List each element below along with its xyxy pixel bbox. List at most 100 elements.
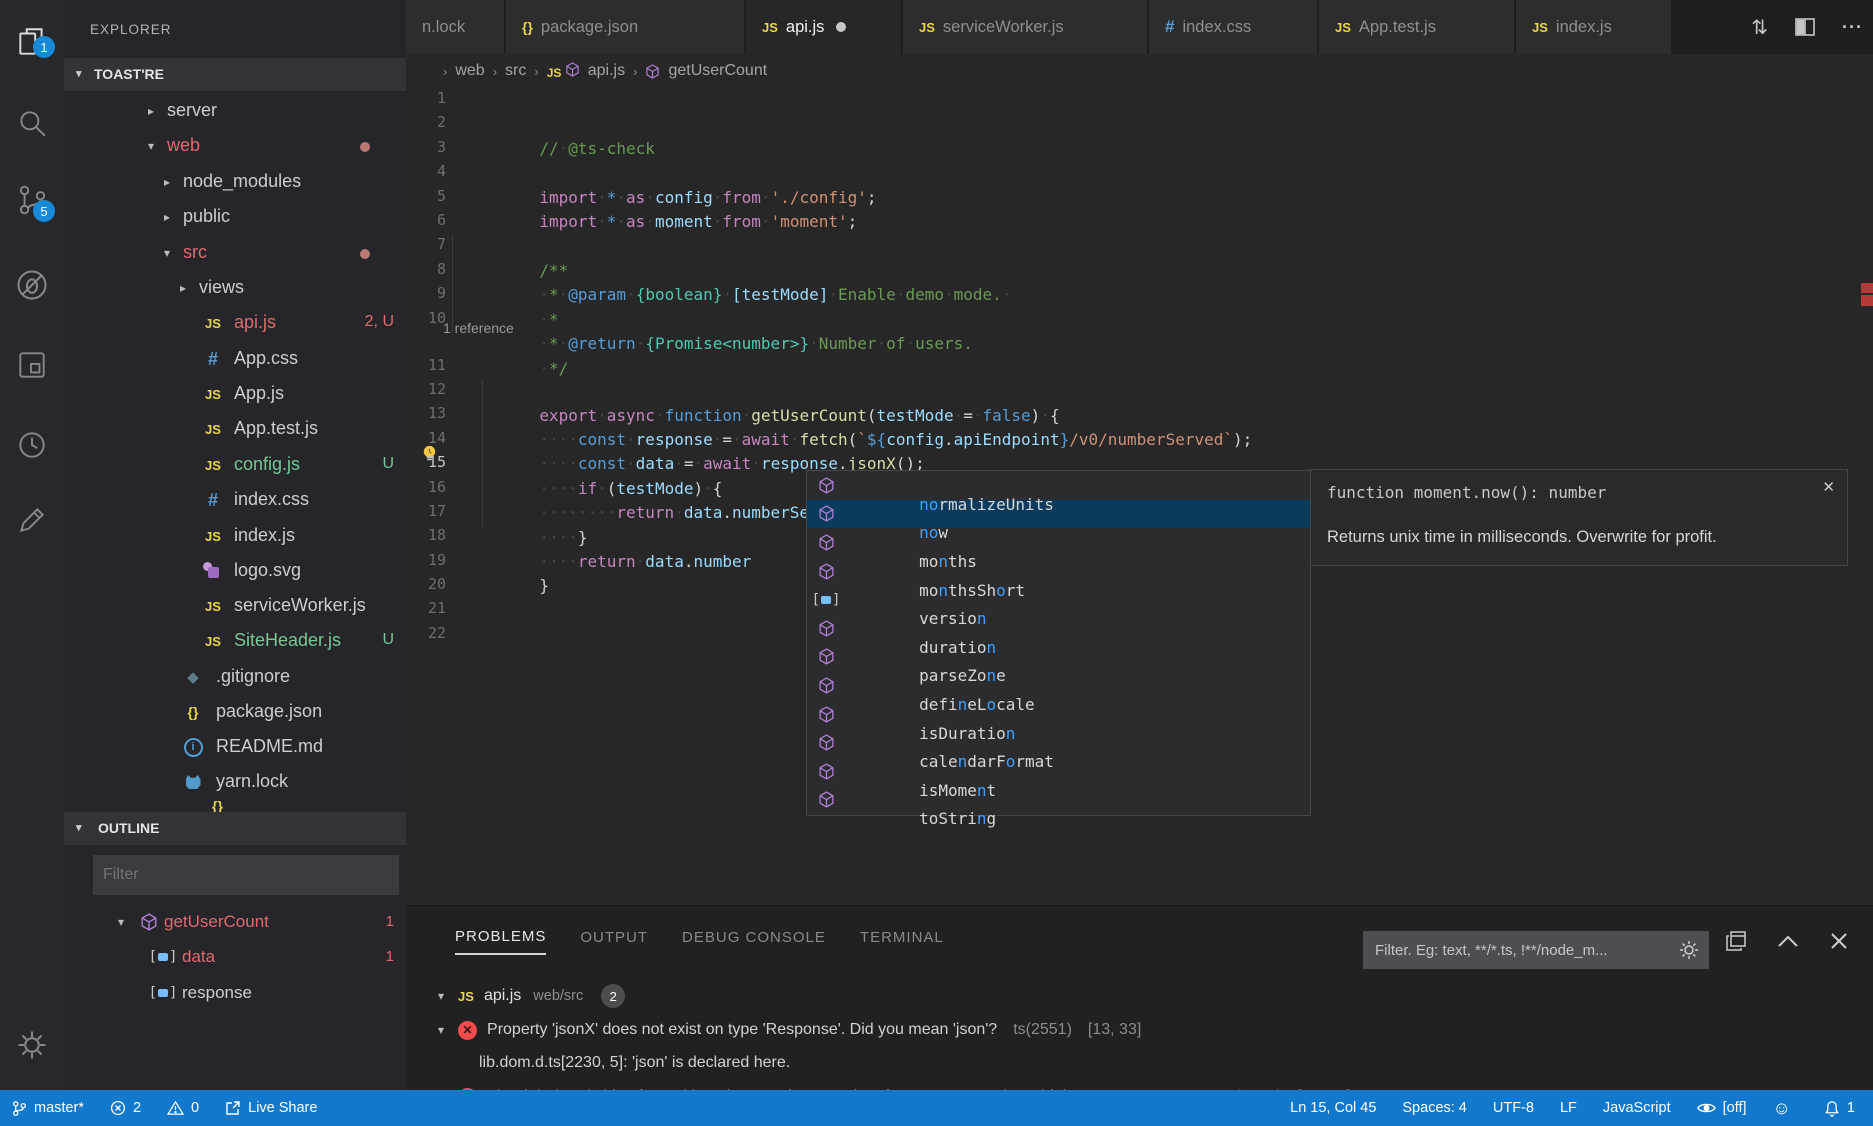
editor-tab[interactable]: api.js: [746, 0, 902, 54]
tree-row[interactable]: api.js 2, U: [64, 306, 406, 341]
problems-filter-input[interactable]: [1363, 931, 1709, 969]
status-item[interactable]: ☺ 1: [1824, 1100, 1855, 1117]
breadcrumb-item[interactable]: › src: [493, 62, 527, 80]
debug-disabled-icon[interactable]: [0, 253, 64, 317]
outline-row[interactable]: [] response: [64, 976, 406, 1011]
panel-tab[interactable]: DEBUG CONSOLE: [682, 929, 826, 954]
status-item[interactable]: Live Share: [225, 1100, 317, 1116]
breadcrumb-item[interactable]: › web: [443, 62, 485, 80]
file-name: README.md: [216, 736, 323, 757]
file-type-icon: [200, 630, 226, 652]
breadcrumb-label: getUserCount: [668, 62, 767, 80]
extensions-icon[interactable]: [0, 333, 64, 397]
editor-tab[interactable]: package.json: [506, 0, 745, 54]
tree-row[interactable]: ▾ src: [64, 236, 406, 271]
status-item[interactable]: 0: [167, 1100, 199, 1116]
signature-text: function moment.now(): number: [1327, 483, 1606, 502]
file-name: serviceWorker.js: [234, 595, 366, 616]
project-section-header[interactable]: ▾ TOAST'RE: [64, 58, 406, 91]
outline-section-header[interactable]: ▾ OUTLINE: [64, 812, 406, 845]
twisty-icon: ▾: [438, 1023, 444, 1037]
editor-tab[interactable]: App.test.js: [1319, 0, 1515, 54]
file-name: logo.svg: [234, 560, 301, 581]
tree-row[interactable]: index.js: [64, 519, 406, 554]
status-item[interactable]: ☺ JavaScript: [1603, 1100, 1671, 1116]
problem-row[interactable]: ▾ ✕ The right-hand side of an arithmetic…: [406, 1080, 1873, 1090]
tree-row[interactable]: App.css: [64, 342, 406, 377]
search-icon[interactable]: [0, 92, 64, 156]
tree-row[interactable]: config.js U: [64, 448, 406, 483]
close-icon[interactable]: ✕: [1822, 478, 1835, 496]
tree-row[interactable]: .gitignore: [64, 660, 406, 695]
tree-row[interactable]: SiteHeader.js U: [64, 624, 406, 659]
problems-file-row[interactable]: ▾ JS api.js web/src 2: [406, 979, 1873, 1013]
file-name: src: [183, 242, 207, 263]
tree-row[interactable]: serviceWorker.js: [64, 589, 406, 624]
suggest-docs-popup: function moment.now(): number Returns un…: [1310, 469, 1848, 566]
file-name: public: [183, 206, 230, 227]
close-panel-icon[interactable]: [1829, 931, 1849, 951]
tree-row[interactable]: index.css: [64, 483, 406, 518]
problem-row[interactable]: ▾ ✕ Property 'jsonX' does not exist on t…: [406, 1013, 1873, 1047]
tree-row[interactable]: App.js: [64, 377, 406, 412]
problem-row[interactable]: ✕ lib.dom.d.ts[2230, 5]: 'json' is decla…: [406, 1046, 1873, 1080]
tree-row[interactable]: ▸ server: [64, 94, 406, 129]
symbol-name: data: [182, 947, 215, 967]
tree-row[interactable]: ▸ views: [64, 271, 406, 306]
edit-icon[interactable]: [0, 488, 64, 552]
status-item[interactable]: ☺ LF: [1560, 1100, 1577, 1116]
tab-file-icon: [1532, 20, 1548, 35]
panel-tab[interactable]: PROBLEMS 2: [455, 928, 546, 955]
toggle-changes-icon[interactable]: ⇅: [1751, 15, 1768, 40]
code-line: 14 ····if·(testMode)·{: [406, 429, 1873, 453]
file-name: package.json: [216, 701, 322, 722]
editor-tab[interactable]: index.js: [1516, 0, 1672, 54]
tree-row[interactable]: App.test.js: [64, 412, 406, 447]
outline-filter-input[interactable]: [93, 855, 399, 895]
code-line: 4 import·*·as·moment·from·'moment';: [406, 162, 1873, 186]
tree-row[interactable]: package.json: [64, 695, 406, 730]
status-item[interactable]: master*: [12, 1100, 84, 1117]
line-number: 5: [406, 187, 446, 205]
breadcrumb-item[interactable]: › api.js: [534, 62, 625, 80]
file-type-icon: [200, 348, 226, 370]
duplicate-panel-icon[interactable]: [1725, 930, 1747, 952]
split-editor-icon[interactable]: [1794, 16, 1816, 38]
source-control-icon[interactable]: [0, 168, 64, 232]
tree-row[interactable]: README.md: [64, 730, 406, 765]
status-item[interactable]: ☺ Spaces: 4: [1402, 1100, 1467, 1116]
filter-gear-icon[interactable]: [1678, 939, 1700, 966]
file-type-icon: [64, 277, 90, 299]
more-actions-icon[interactable]: ···: [1842, 17, 1863, 38]
tree-row[interactable]: ▸ node_modules: [64, 165, 406, 200]
twisty-icon: ▸: [180, 281, 186, 295]
modified-dot: [360, 142, 370, 152]
status-item[interactable]: ☺ Ln 15, Col 45: [1290, 1100, 1376, 1116]
panel-tab[interactable]: TERMINAL: [860, 929, 944, 954]
settings-gear-icon[interactable]: [0, 1013, 64, 1077]
breadcrumb-item[interactable]: › getUserCount: [633, 62, 767, 80]
status-item[interactable]: ☺: [1773, 1098, 1798, 1119]
symbol-name: response: [182, 983, 252, 1003]
explorer-icon[interactable]: [0, 10, 64, 74]
editor-tab[interactable]: index.css: [1149, 0, 1318, 54]
outline-row[interactable]: ▾ [] getUserCount 1: [64, 905, 406, 940]
file-name: yarn.lock: [216, 771, 288, 792]
tree-row[interactable]: logo.svg: [64, 554, 406, 589]
outline-row[interactable]: [] data 1: [64, 940, 406, 975]
status-item[interactable]: 2: [110, 1100, 141, 1116]
editor-tab[interactable]: serviceWorker.js: [903, 0, 1148, 54]
tree-row[interactable]: ▾ web: [64, 129, 406, 164]
twisty-icon: ▸: [148, 104, 154, 118]
tree-row[interactable]: yarn.lock: [64, 765, 406, 800]
maximize-panel-icon[interactable]: [1777, 934, 1799, 948]
status-item[interactable]: ☺ [off]: [1697, 1100, 1747, 1116]
status-item[interactable]: ☺ UTF-8: [1493, 1100, 1534, 1116]
editor-tab[interactable]: n.lock: [406, 0, 505, 54]
suggest-item[interactable]: [] toString: [807, 786, 1310, 815]
clock-icon[interactable]: [0, 413, 64, 477]
line-number: 4: [406, 162, 446, 180]
panel-tab[interactable]: OUTPUT: [580, 929, 648, 954]
tree-row[interactable]: ▸ public: [64, 200, 406, 235]
file-name: App.js: [234, 383, 284, 404]
